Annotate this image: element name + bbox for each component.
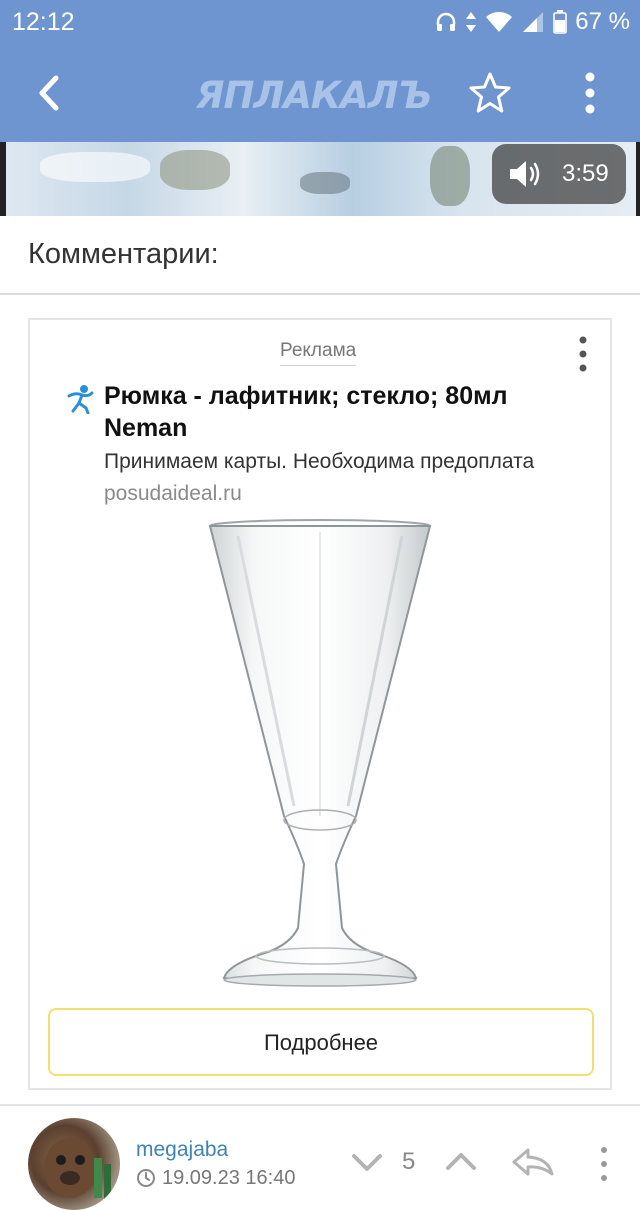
clock-icon bbox=[136, 1168, 156, 1188]
ad-title[interactable]: Рюмка - лафитник; стекло; 80мл Neman bbox=[104, 380, 584, 444]
headphones-icon bbox=[435, 11, 457, 33]
comment-score: 5 bbox=[402, 1148, 416, 1175]
comment-item: megajaba 19.09.23 16:40 5 bbox=[0, 1108, 640, 1210]
status-icons: 67 % bbox=[435, 8, 630, 36]
section-divider bbox=[0, 293, 640, 295]
ad-more-button[interactable]: Подробнее bbox=[48, 1008, 594, 1076]
upvote-icon[interactable] bbox=[444, 1150, 478, 1174]
app-bar: ЯПЛАКАЛЪ bbox=[0, 44, 640, 142]
video-frame-detail bbox=[430, 146, 470, 206]
back-arrow-icon[interactable] bbox=[30, 70, 70, 116]
more-vertical-icon[interactable] bbox=[570, 334, 596, 374]
advertiser-logo-icon bbox=[66, 384, 94, 415]
video-edge-left bbox=[0, 142, 6, 216]
comment-username[interactable]: megajaba bbox=[136, 1138, 228, 1162]
video-frame-detail bbox=[40, 152, 150, 182]
video-duration: 3:59 bbox=[562, 160, 609, 187]
status-bar: 12:12 67 % bbox=[0, 0, 640, 44]
ad-label: Реклама bbox=[280, 340, 357, 366]
data-arrows-icon bbox=[465, 11, 477, 33]
wifi-icon bbox=[485, 11, 513, 33]
signal-icon bbox=[521, 11, 545, 33]
video-frame-detail bbox=[300, 172, 350, 194]
comment-date: 19.09.23 16:40 bbox=[162, 1167, 296, 1189]
video-frame-detail bbox=[160, 150, 230, 190]
product-image-glass[interactable] bbox=[198, 516, 442, 994]
reply-icon[interactable] bbox=[510, 1146, 556, 1178]
ad-domain[interactable]: posudaideal.ru bbox=[104, 482, 242, 506]
downvote-icon[interactable] bbox=[350, 1150, 384, 1174]
status-time: 12:12 bbox=[12, 8, 75, 36]
battery-percent: 67 % bbox=[575, 8, 630, 35]
ad-description: Принимаем карты. Необходима предоплата bbox=[104, 450, 535, 473]
more-vertical-icon[interactable] bbox=[596, 1144, 612, 1184]
more-vertical-icon[interactable] bbox=[572, 68, 608, 118]
comments-heading: Комментарии: bbox=[28, 238, 219, 270]
ad-more-button-label: Подробнее bbox=[263, 1030, 379, 1055]
battery-icon bbox=[553, 10, 568, 34]
ad-card[interactable]: Реклама Рюмка - лафитник; стекло; 80мл N… bbox=[28, 318, 612, 1090]
video-edge-right bbox=[636, 142, 640, 216]
video-controls-pill[interactable]: 3:59 bbox=[492, 144, 626, 204]
star-icon[interactable] bbox=[466, 70, 514, 116]
comment-divider bbox=[0, 1104, 640, 1106]
app-logo[interactable]: ЯПЛАКАЛЪ bbox=[196, 74, 432, 117]
video-player[interactable]: 3:59 bbox=[0, 142, 640, 216]
volume-icon[interactable] bbox=[508, 158, 544, 190]
avatar[interactable] bbox=[28, 1118, 120, 1210]
